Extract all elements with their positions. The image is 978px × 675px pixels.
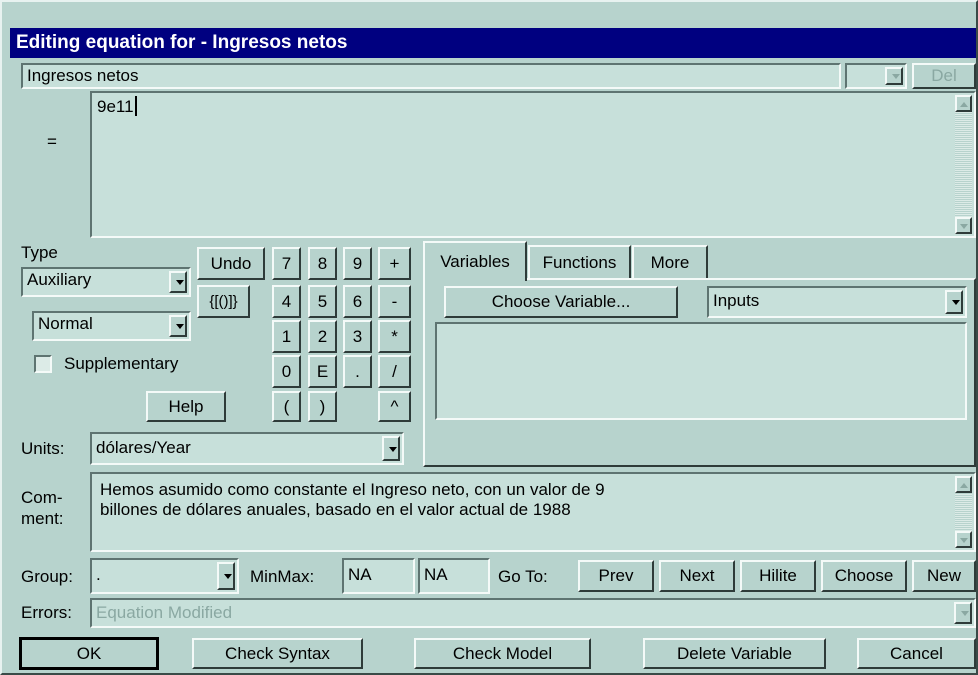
supplementary-checkbox[interactable] <box>34 355 52 373</box>
new-button[interactable]: New <box>912 560 976 592</box>
prev-button[interactable]: Prev <box>578 560 654 592</box>
key-plus[interactable]: + <box>378 247 411 280</box>
delete-variable-button[interactable]: Delete Variable <box>643 638 826 669</box>
subtype-value: Normal <box>38 314 93 333</box>
equation-editor-dialog: Editing equation for - Ingresos netos In… <box>0 0 978 675</box>
equals-label: = <box>47 132 57 151</box>
comment-scrollbar[interactable] <box>955 476 972 548</box>
title-bar: Editing equation for - Ingresos netos <box>10 28 976 58</box>
comment-line-2: billones de dólares anuales, basado en e… <box>100 500 571 519</box>
variable-name-text: Ingresos netos <box>27 66 139 85</box>
variable-filter-value: Inputs <box>713 291 760 310</box>
equation-text: 9e11 <box>97 97 134 116</box>
help-button[interactable]: Help <box>146 391 226 422</box>
hilite-button[interactable]: Hilite <box>740 560 816 592</box>
group-label: Group: <box>21 567 73 586</box>
key-8[interactable]: 8 <box>308 247 337 280</box>
chevron-down-icon[interactable] <box>945 290 963 314</box>
max-field[interactable]: NA <box>418 558 490 594</box>
variable-filter-select[interactable]: Inputs <box>707 286 967 318</box>
max-value: NA <box>424 565 448 584</box>
key-3[interactable]: 3 <box>343 320 372 353</box>
type-select[interactable]: Auxiliary <box>21 267 191 297</box>
key-7[interactable]: 7 <box>272 247 301 280</box>
min-field[interactable]: NA <box>342 558 415 594</box>
errors-value: Equation Modified <box>96 603 233 622</box>
errors-label: Errors: <box>21 603 72 622</box>
scroll-down-icon[interactable] <box>955 217 972 234</box>
units-label: Units: <box>21 439 65 458</box>
comment-field[interactable]: Hemos asumido como constante el Ingreso … <box>90 472 976 552</box>
del-button[interactable]: Del <box>912 63 976 89</box>
check-syntax-button[interactable]: Check Syntax <box>192 638 363 669</box>
text-cursor <box>134 96 137 116</box>
key-2[interactable]: 2 <box>308 320 337 353</box>
comment-label-line1: Com- <box>21 488 63 507</box>
key-1[interactable]: 1 <box>272 320 301 353</box>
comment-label-line2: ment: <box>21 509 64 528</box>
key-close-paren[interactable]: ) <box>308 391 337 422</box>
choose-variable-button[interactable]: Choose Variable... <box>444 286 678 318</box>
check-model-button[interactable]: Check Model <box>414 638 591 669</box>
key-multiply[interactable]: * <box>378 320 411 353</box>
type-value: Auxiliary <box>27 270 92 289</box>
tab-functions[interactable]: Functions <box>528 245 631 279</box>
units-value: dólares/Year <box>96 438 191 457</box>
chevron-down-icon[interactable] <box>217 562 235 590</box>
key-9[interactable]: 9 <box>343 247 372 280</box>
chevron-down-icon[interactable] <box>954 602 972 624</box>
brackets-button[interactable]: {[()]} <box>197 285 250 318</box>
key-caret[interactable]: ^ <box>378 391 411 422</box>
comment-line-1: Hemos asumido como constante el Ingreso … <box>100 480 605 499</box>
equation-editor[interactable]: 9e11 <box>90 91 976 238</box>
type-label: Type <box>21 243 58 262</box>
chevron-down-icon[interactable] <box>169 315 187 337</box>
key-e[interactable]: E <box>308 355 337 388</box>
group-value: . <box>96 565 101 584</box>
key-minus[interactable]: - <box>378 285 411 318</box>
undo-button[interactable]: Undo <box>197 247 265 280</box>
key-6[interactable]: 6 <box>343 285 372 318</box>
chevron-down-icon[interactable] <box>169 271 187 293</box>
tab-variables[interactable]: Variables <box>423 241 527 281</box>
next-button[interactable]: Next <box>659 560 735 592</box>
scroll-down-icon[interactable] <box>955 531 972 548</box>
chevron-down-icon[interactable] <box>885 67 903 85</box>
chevron-down-icon[interactable] <box>382 436 400 461</box>
ok-button[interactable]: OK <box>19 637 159 670</box>
minmax-label: MinMax: <box>250 567 315 586</box>
key-4[interactable]: 4 <box>272 285 301 318</box>
choose-button[interactable]: Choose <box>821 560 907 592</box>
goto-label: Go To: <box>498 567 548 586</box>
key-divide[interactable]: / <box>378 355 411 388</box>
min-value: NA <box>348 565 372 584</box>
equation-text-line: 9e11 <box>92 93 974 118</box>
variable-list[interactable] <box>435 322 967 420</box>
cancel-button[interactable]: Cancel <box>857 638 976 669</box>
tab-more[interactable]: More <box>632 245 708 279</box>
key-open-paren[interactable]: ( <box>272 391 301 422</box>
subtype-select[interactable]: Normal <box>32 311 191 341</box>
supplementary-label: Supplementary <box>64 354 179 373</box>
variable-dropdown[interactable] <box>845 63 907 89</box>
equation-scrollbar[interactable] <box>955 95 972 234</box>
key-5[interactable]: 5 <box>308 285 337 318</box>
key-0[interactable]: 0 <box>272 355 301 388</box>
scroll-up-icon[interactable] <box>955 95 972 112</box>
variable-name-field[interactable]: Ingresos netos <box>21 63 841 89</box>
key-dot[interactable]: . <box>343 355 372 388</box>
group-select[interactable]: . <box>90 558 239 594</box>
scroll-up-icon[interactable] <box>955 476 972 493</box>
errors-field[interactable]: Equation Modified <box>90 598 976 628</box>
units-field[interactable]: dólares/Year <box>90 432 404 465</box>
